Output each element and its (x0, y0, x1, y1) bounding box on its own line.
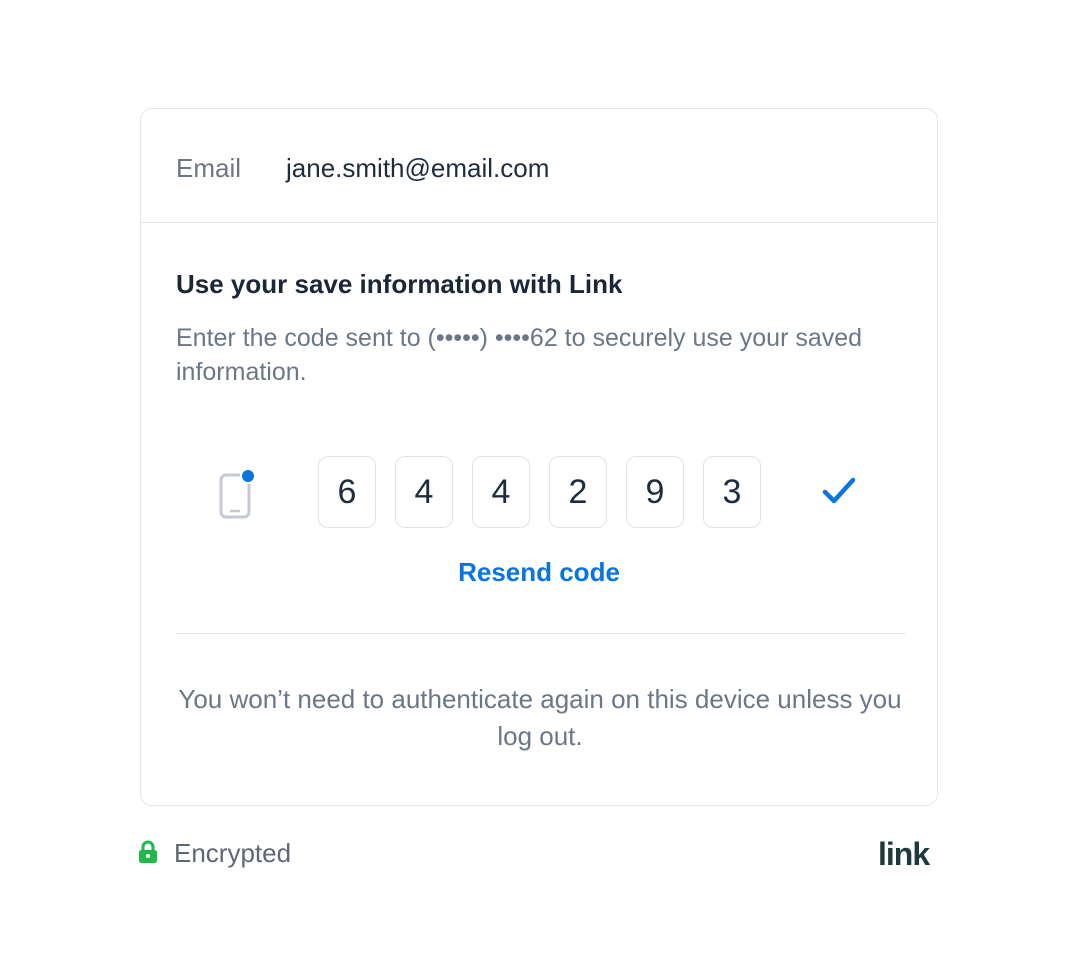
verification-title: Use your save information with Link (176, 269, 623, 299)
email-row[interactable]: Email jane.smith@email.com (141, 109, 937, 223)
email-label: Email (176, 153, 242, 183)
code-digit-3[interactable]: 4 (472, 456, 530, 528)
verification-description: Enter the code sent to (•••••) ••••62 to… (176, 324, 863, 386)
link-logo: link (878, 836, 930, 872)
code-digit-5[interactable]: 9 (626, 456, 684, 528)
lock-icon (139, 840, 157, 863)
checkmark-icon (822, 477, 856, 504)
code-digit-4[interactable]: 2 (549, 456, 607, 528)
divider (176, 633, 906, 634)
email-value: jane.smith@email.com (286, 153, 550, 183)
phone-notification-icon (219, 469, 255, 519)
encrypted-label: Encrypted (174, 838, 292, 868)
resend-code-link[interactable]: Resend code (141, 557, 937, 588)
code-digit-2[interactable]: 4 (395, 456, 453, 528)
auth-card: Email jane.smith@email.com Use your save… (140, 108, 938, 806)
code-digit-6[interactable]: 3 (703, 456, 761, 528)
code-digit-1[interactable]: 6 (318, 456, 376, 528)
auth-note: You won’t need to authenticate again on … (178, 684, 902, 751)
